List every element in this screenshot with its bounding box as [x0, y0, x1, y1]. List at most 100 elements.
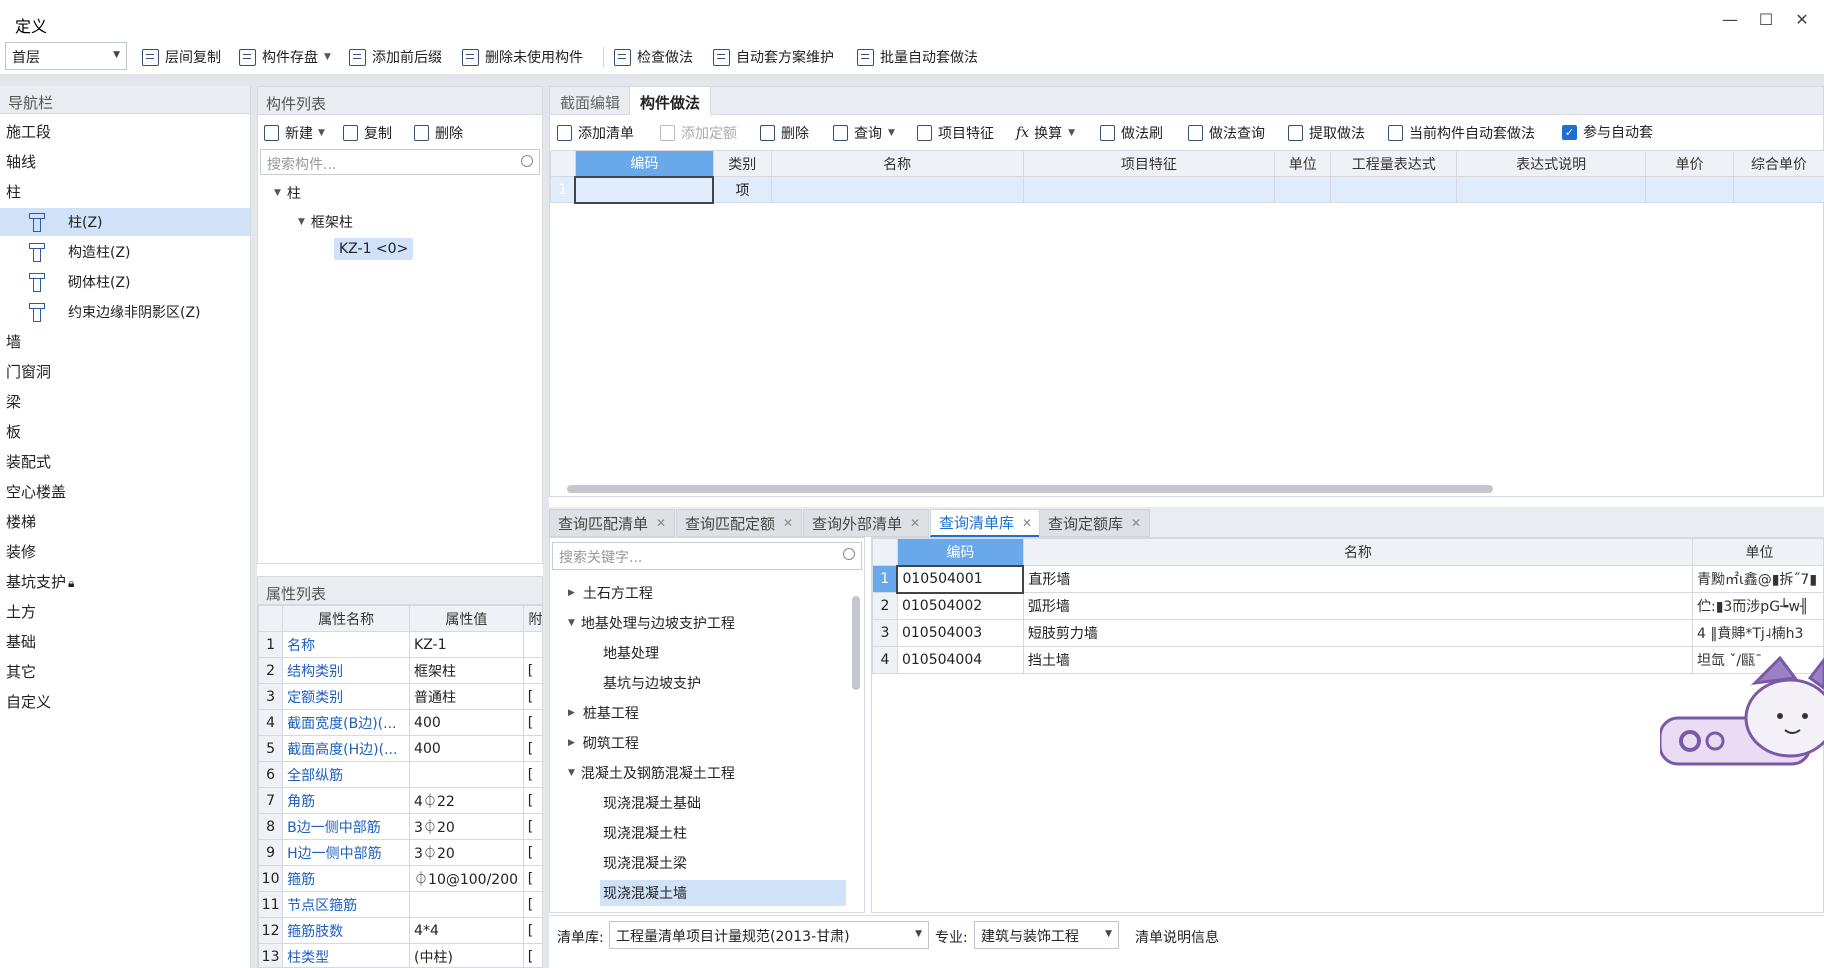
- lib-node-pile[interactable]: ▶ 桩基工程: [568, 703, 639, 723]
- attach-checkbox[interactable]: [: [522, 891, 542, 918]
- method-query-button[interactable]: 做法查询: [1188, 123, 1265, 143]
- feature-cell[interactable]: [1022, 176, 1276, 203]
- code-cell[interactable]: 010504001: [896, 564, 1025, 594]
- extract-method-button[interactable]: 提取做法: [1288, 123, 1365, 143]
- col-code[interactable]: 编码: [574, 150, 714, 177]
- prop-value[interactable]: (中柱): [409, 943, 524, 967]
- price-cell[interactable]: [1645, 176, 1734, 203]
- lib-node-cast-beam[interactable]: 现浇混凝土梁: [603, 853, 687, 873]
- minimize-button[interactable]: —: [1718, 10, 1742, 29]
- col-code[interactable]: 编码: [896, 538, 1024, 566]
- nav-sub-masonry-column[interactable]: 砌体柱(Z): [0, 268, 250, 296]
- prop-value[interactable]: 3⏀20: [409, 813, 524, 840]
- floor-select[interactable]: 首层 ▼: [5, 42, 127, 70]
- add-bill-button[interactable]: 添加清单: [557, 123, 634, 143]
- nav-item-prefab[interactable]: 装配式: [6, 451, 51, 472]
- nav-item-hollow-floor[interactable]: 空心楼盖: [6, 481, 66, 502]
- attach-checkbox[interactable]: [: [522, 865, 542, 892]
- prop-value[interactable]: 400: [409, 709, 524, 736]
- library-row[interactable]: 2 010504002 弧形墙 伫:▮3而涉pG┶w╢: [872, 592, 1823, 620]
- property-row[interactable]: 2 结构类别 框架柱[: [258, 657, 542, 684]
- nav-item-stairs[interactable]: 楼梯: [6, 511, 36, 532]
- item-feature-button[interactable]: 项目特征: [917, 123, 994, 143]
- copy-between-floors-button[interactable]: 层间复制: [142, 46, 221, 68]
- attach-checkbox[interactable]: [: [522, 735, 542, 762]
- tree-node-kz1[interactable]: KZ-1 <0>: [334, 238, 414, 260]
- maximize-button[interactable]: ☐: [1754, 10, 1778, 29]
- participate-auto-checkbox[interactable]: ✓ 参与自动套: [1562, 122, 1653, 142]
- expression-desc-cell[interactable]: [1456, 176, 1647, 203]
- delete-component-button[interactable]: 删除: [414, 123, 463, 143]
- attach-checkbox[interactable]: [: [522, 787, 542, 814]
- attach-checkbox[interactable]: [: [522, 943, 542, 967]
- property-row[interactable]: 3 定额类别 普通柱[: [258, 683, 542, 710]
- delete-row-button[interactable]: 删除: [760, 123, 809, 143]
- code-cell[interactable]: 010504002: [896, 592, 1024, 620]
- component-search-input[interactable]: 搜索构件...: [260, 149, 540, 175]
- col-price[interactable]: 单价: [1645, 150, 1734, 177]
- tab-quota-library[interactable]: 查询定额库 ✕: [1039, 509, 1151, 537]
- col-expression[interactable]: 工程量表达式: [1330, 150, 1458, 177]
- auto-plan-button[interactable]: 自动套方案维护: [713, 46, 834, 68]
- specialty-select[interactable]: 建筑与装饰工程 ▼: [974, 921, 1119, 949]
- copy-component-button[interactable]: 复制: [343, 123, 392, 143]
- tab-external-bill[interactable]: 查询外部清单 ✕: [803, 509, 930, 537]
- convert-button[interactable]: fx 换算 ▼: [1016, 123, 1075, 143]
- prop-value[interactable]: [409, 761, 524, 788]
- tab-section-edit[interactable]: 截面编辑: [550, 87, 630, 115]
- lib-node-cast-column[interactable]: 现浇混凝土柱: [603, 823, 687, 843]
- col-unit[interactable]: 单位: [1274, 150, 1332, 177]
- property-row[interactable]: 6 全部纵筋 [: [258, 761, 542, 788]
- property-row[interactable]: 8 B边一侧中部筋 3⏀20[: [258, 813, 542, 840]
- lib-node-earthwork[interactable]: ▶ 土石方工程: [568, 583, 653, 603]
- prop-value[interactable]: 400: [409, 735, 524, 762]
- bill-info-link[interactable]: 清单说明信息: [1135, 927, 1219, 947]
- prop-value[interactable]: 4⏀22: [409, 787, 524, 814]
- close-icon[interactable]: ✕: [1131, 516, 1141, 530]
- code-cell[interactable]: [574, 175, 715, 204]
- attach-checkbox[interactable]: [: [522, 839, 542, 866]
- attach-checkbox[interactable]: [: [522, 917, 542, 944]
- nav-item-foundation[interactable]: 基础: [6, 631, 36, 652]
- delete-unused-button[interactable]: 删除未使用构件: [462, 46, 583, 68]
- add-prefix-suffix-button[interactable]: 添加前后缀: [349, 46, 442, 68]
- close-icon[interactable]: ✕: [656, 516, 666, 530]
- tab-match-quota[interactable]: 查询匹配定额 ✕: [676, 509, 803, 537]
- nav-sub-column[interactable]: 柱(Z): [0, 208, 250, 236]
- close-button[interactable]: ✕: [1790, 10, 1814, 29]
- prop-value[interactable]: ⏀10@100/200: [409, 865, 524, 892]
- name-cell[interactable]: 短肢剪力墙: [1022, 619, 1693, 647]
- name-cell[interactable]: [770, 176, 1024, 203]
- auto-apply-current-button[interactable]: 当前构件自动套做法: [1388, 123, 1535, 143]
- nav-item-other[interactable]: 其它: [6, 661, 36, 682]
- close-icon[interactable]: ✕: [1022, 516, 1032, 530]
- type-cell[interactable]: 项: [712, 176, 772, 203]
- property-row[interactable]: 1 名称 KZ-1: [258, 631, 542, 658]
- nav-item-beam[interactable]: 梁: [6, 391, 21, 412]
- col-expression-desc[interactable]: 表达式说明: [1456, 150, 1647, 177]
- attach-checkbox[interactable]: [: [522, 683, 542, 710]
- lib-node-concrete[interactable]: ▼ 混凝土及钢筋混凝土工程: [568, 763, 735, 783]
- tree-node-column[interactable]: ▼ 柱: [274, 183, 301, 203]
- bill-library-select[interactable]: 工程量清单项目计量规范(2013-甘肃) ▼: [609, 921, 929, 949]
- tree-node-frame-column[interactable]: ▼ 框架柱: [298, 212, 353, 232]
- attach-checkbox[interactable]: [: [522, 761, 542, 788]
- new-component-button[interactable]: 新建 ▼: [264, 123, 325, 143]
- library-search-input[interactable]: 搜索关键字...: [552, 542, 862, 570]
- check-method-button[interactable]: 检查做法: [614, 46, 693, 68]
- code-cell[interactable]: 010504003: [896, 619, 1024, 647]
- property-row[interactable]: 10 箍筋 ⏀10@100/200[: [258, 865, 542, 892]
- col-name[interactable]: 名称: [770, 150, 1024, 177]
- lib-node-cast-foundation[interactable]: 现浇混凝土基础: [603, 793, 701, 813]
- nav-item-column[interactable]: 柱: [6, 181, 21, 202]
- name-cell[interactable]: 弧形墙: [1022, 592, 1693, 620]
- col-name[interactable]: 名称: [1022, 538, 1693, 566]
- nav-item-slab[interactable]: 板: [6, 421, 21, 442]
- lib-node-cast-wall[interactable]: 现浇混凝土墙: [600, 880, 846, 906]
- unit-cell[interactable]: 青黝㎡ι鑫@▮拆˝7▮: [1691, 565, 1823, 593]
- col-feature[interactable]: 项目特征: [1022, 150, 1276, 177]
- col-composite-price[interactable]: 综合单价: [1732, 150, 1824, 177]
- nav-item-door-window[interactable]: 门窗洞: [6, 361, 51, 382]
- col-type[interactable]: 类别: [712, 150, 772, 177]
- tab-bill-library[interactable]: 查询清单库 ✕: [930, 509, 1042, 537]
